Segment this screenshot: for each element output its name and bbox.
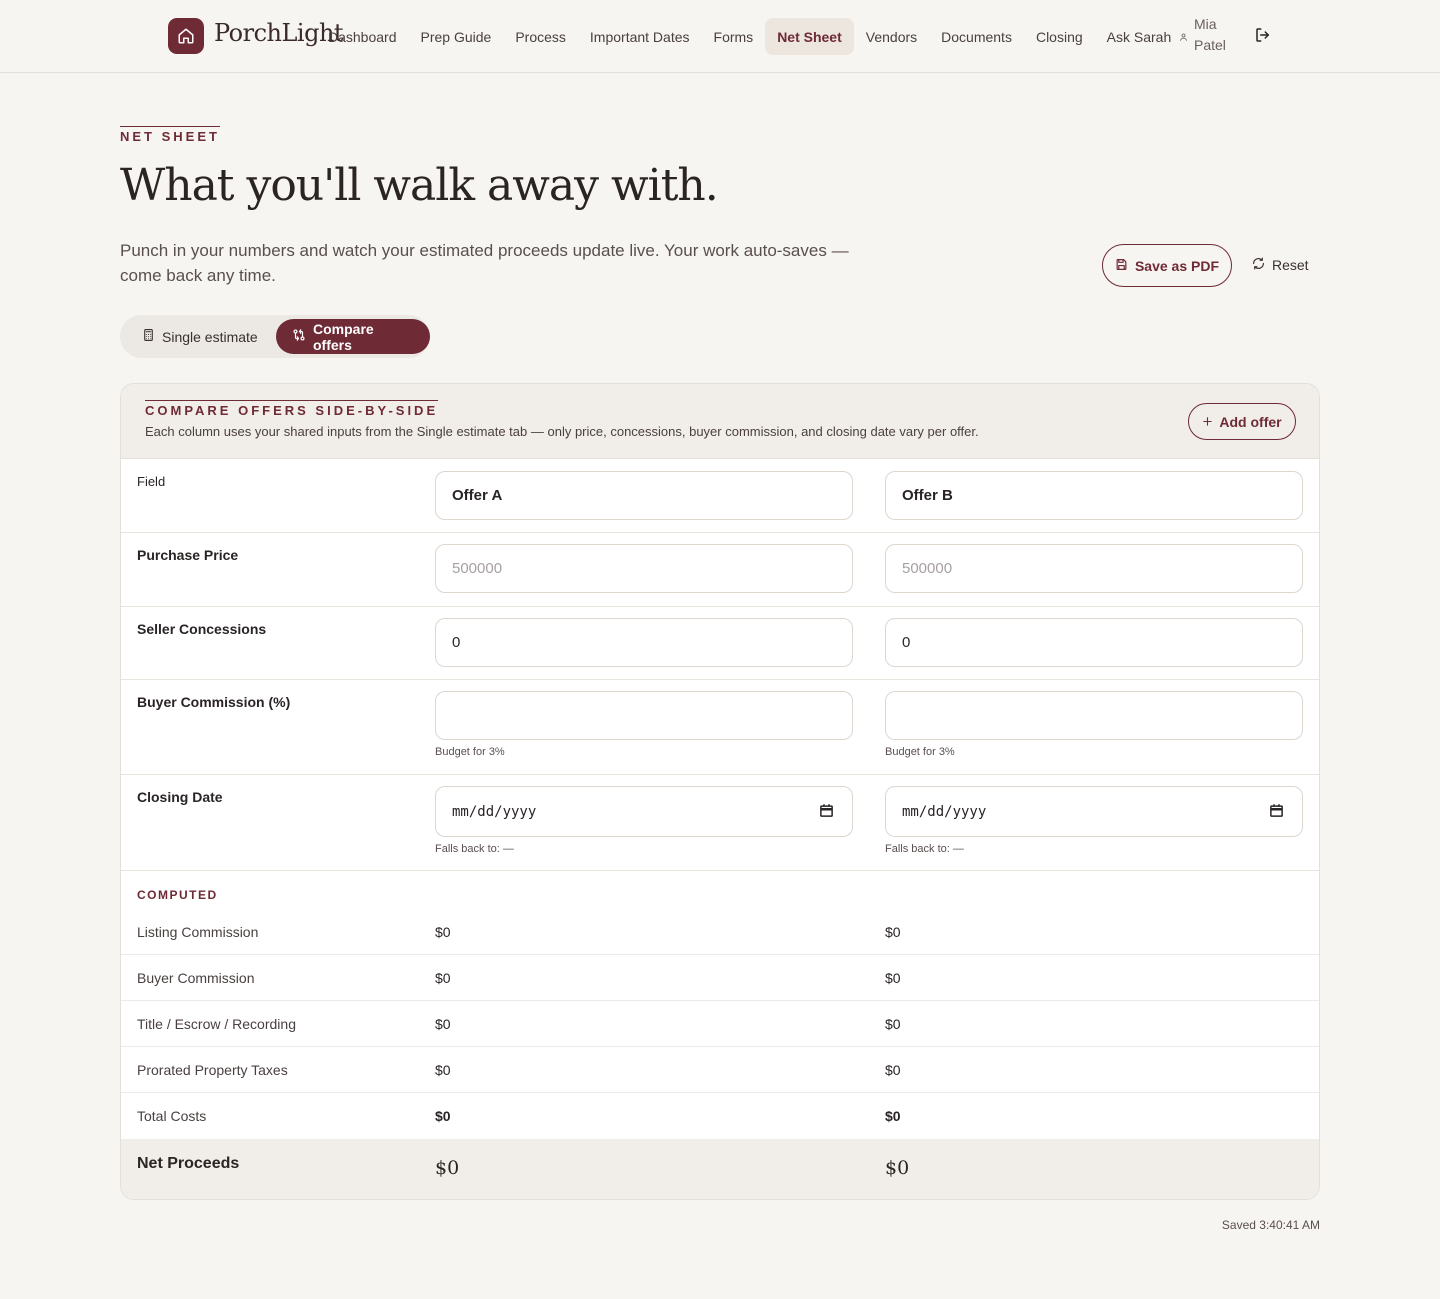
offer-b-listing-commission-value: $0	[885, 924, 901, 940]
reset-button[interactable]: Reset	[1252, 255, 1309, 275]
save-icon	[1115, 258, 1128, 274]
prorated-taxes-label: Prorated Property Taxes	[137, 1062, 288, 1078]
refresh-icon	[1252, 257, 1265, 273]
offer-b-closing-date-placeholder: mm/dd/yyyy	[902, 803, 987, 820]
offer-a-total-costs-value: $0	[435, 1108, 451, 1124]
tab-single-estimate[interactable]: Single estimate	[126, 319, 274, 354]
save-as-pdf-label: Save as PDF	[1134, 257, 1220, 274]
nav-item-process[interactable]: Process	[503, 18, 578, 55]
logout-icon[interactable]	[1254, 26, 1272, 49]
offer-b-closing-date-input[interactable]: mm/dd/yyyy	[885, 786, 1303, 837]
offer-a-closing-date-input[interactable]: mm/dd/yyyy	[435, 786, 853, 837]
offer-b-purchase-price-input[interactable]: 500000	[885, 544, 1303, 593]
offer-b-seller-concessions-input[interactable]: 0	[885, 618, 1303, 667]
calendar-icon[interactable]	[1269, 803, 1284, 822]
home-icon[interactable]	[168, 18, 204, 54]
nav-item-net-sheet[interactable]: Net Sheet	[765, 18, 854, 55]
offer-b-title-escrow-value: $0	[885, 1016, 901, 1032]
nav-item-closing[interactable]: Closing	[1024, 18, 1095, 55]
compare-card-header: COMPARE OFFERS SIDE-BY-SIDE Each column …	[121, 384, 1319, 459]
title-escrow-label: Title / Escrow / Recording	[137, 1016, 296, 1032]
page-lead: Punch in your numbers and watch your est…	[120, 241, 849, 285]
listing-commission-label: Listing Commission	[137, 924, 259, 940]
closing-date-label: Closing Date	[137, 789, 223, 805]
offer-a-closing-date-hint: Falls back to: —	[435, 843, 514, 855]
closing-date-row: Closing Date mm/dd/yyyy mm/dd/yyyy Falls…	[121, 775, 1319, 871]
offer-b-total-costs-value: $0	[885, 1108, 901, 1124]
tab-single-estimate-label: Single estimate	[162, 328, 258, 345]
total-costs-label: Total Costs	[137, 1108, 207, 1124]
net-proceeds-label: Net Proceeds	[137, 1155, 240, 1172]
offer-a-buyer-commission-hint: Budget for 3%	[435, 746, 505, 758]
offer-b-buyer-commission-input[interactable]	[885, 691, 1303, 740]
title-escrow-row: Title / Escrow / Recording $0 $0	[121, 1001, 1319, 1047]
total-costs-row: Total Costs $0 $0	[121, 1093, 1319, 1139]
buyer-commission-row: Buyer Commission (%) Budget for 3% Budge…	[121, 680, 1319, 775]
offer-a-title-escrow-value: $0	[435, 1016, 451, 1032]
nav-item-important-dates[interactable]: Important Dates	[578, 18, 702, 55]
user-name: Mia Patel	[1194, 16, 1226, 53]
field-column-header: Field	[137, 474, 166, 489]
offer-b-buyer-commission-hint: Budget for 3%	[885, 746, 955, 758]
purchase-price-label: Purchase Price	[137, 547, 239, 563]
nav-item-ask-sarah[interactable]: Ask Sarah	[1095, 18, 1184, 55]
net-proceeds-row: Net Proceeds $0 $0	[121, 1139, 1319, 1199]
nav-item-prep-guide[interactable]: Prep Guide	[409, 18, 504, 55]
calendar-icon[interactable]	[819, 803, 834, 822]
nav-item-forms[interactable]: Forms	[702, 18, 766, 55]
user-menu[interactable]: Mia Patel	[1179, 14, 1234, 56]
tab-compare-offers[interactable]: Compare offers	[276, 319, 430, 354]
listing-commission-row: Listing Commission $0 $0	[121, 909, 1319, 955]
seller-concessions-row: Seller Concessions 0 0	[121, 607, 1319, 680]
offer-a-name-input[interactable]: Offer A	[435, 471, 853, 520]
compare-subtitle: Each column uses your shared inputs from…	[145, 424, 979, 439]
offer-a-listing-commission-value: $0	[435, 924, 451, 940]
prorated-taxes-row: Prorated Property Taxes $0 $0	[121, 1047, 1319, 1093]
purchase-price-row: Purchase Price 500000 500000	[121, 533, 1319, 607]
main-nav: Dashboard Prep Guide Process Important D…	[316, 18, 1183, 55]
add-offer-button[interactable]: Add offer	[1188, 403, 1296, 440]
autosave-status: Saved 3:40:41 AM	[1221, 1218, 1320, 1232]
offer-b-prorated-taxes-value: $0	[885, 1062, 901, 1078]
buyer-commission-label: Buyer Commission	[137, 970, 255, 986]
page-eyebrow: NET SHEET	[120, 126, 220, 144]
offer-a-closing-date-placeholder: mm/dd/yyyy	[452, 803, 537, 820]
offer-b-name-input[interactable]: Offer B	[885, 471, 1303, 520]
offer-a-net-proceeds-value: $0	[435, 1157, 460, 1179]
offer-b-closing-date-hint: Falls back to: —	[885, 843, 964, 855]
nav-item-vendors[interactable]: Vendors	[854, 18, 929, 55]
seller-concessions-label: Seller Concessions	[137, 621, 267, 637]
top-navigation-bar: PorchLight Dashboard Prep Guide Process …	[0, 0, 1440, 73]
page-title: What you'll walk away with.	[120, 160, 719, 211]
buyer-commission-cost-row: Buyer Commission $0 $0	[121, 955, 1319, 1001]
tab-compare-offers-label: Compare offers	[313, 320, 374, 353]
offer-a-buyer-commission-value: $0	[435, 970, 451, 986]
offer-a-purchase-price-input[interactable]: 500000	[435, 544, 853, 593]
nav-item-dashboard[interactable]: Dashboard	[316, 18, 409, 55]
plus-icon	[1202, 414, 1213, 430]
mode-toggle: Single estimate Compare offers	[120, 315, 430, 358]
offer-a-buyer-commission-input[interactable]	[435, 691, 853, 740]
offer-b-buyer-commission-value: $0	[885, 970, 901, 986]
offer-name-row: Field Offer A Offer B	[121, 459, 1319, 533]
reset-label: Reset	[1272, 257, 1309, 273]
compare-title: COMPARE OFFERS SIDE-BY-SIDE	[145, 400, 439, 418]
computed-section-label: COMPUTED	[137, 888, 218, 902]
user-icon	[1179, 29, 1188, 47]
nav-item-documents[interactable]: Documents	[929, 18, 1024, 55]
compare-offers-card: COMPARE OFFERS SIDE-BY-SIDE Each column …	[120, 383, 1320, 1200]
offer-a-prorated-taxes-value: $0	[435, 1062, 451, 1078]
calculator-icon	[142, 328, 155, 345]
add-offer-label: Add offer	[1219, 413, 1282, 430]
compare-icon	[292, 328, 306, 345]
offer-a-seller-concessions-input[interactable]: 0	[435, 618, 853, 667]
buyer-commission-pct-label: Buyer Commission (%)	[137, 694, 291, 710]
offer-b-net-proceeds-value: $0	[885, 1157, 910, 1179]
save-as-pdf-button[interactable]: Save as PDF	[1102, 244, 1232, 287]
